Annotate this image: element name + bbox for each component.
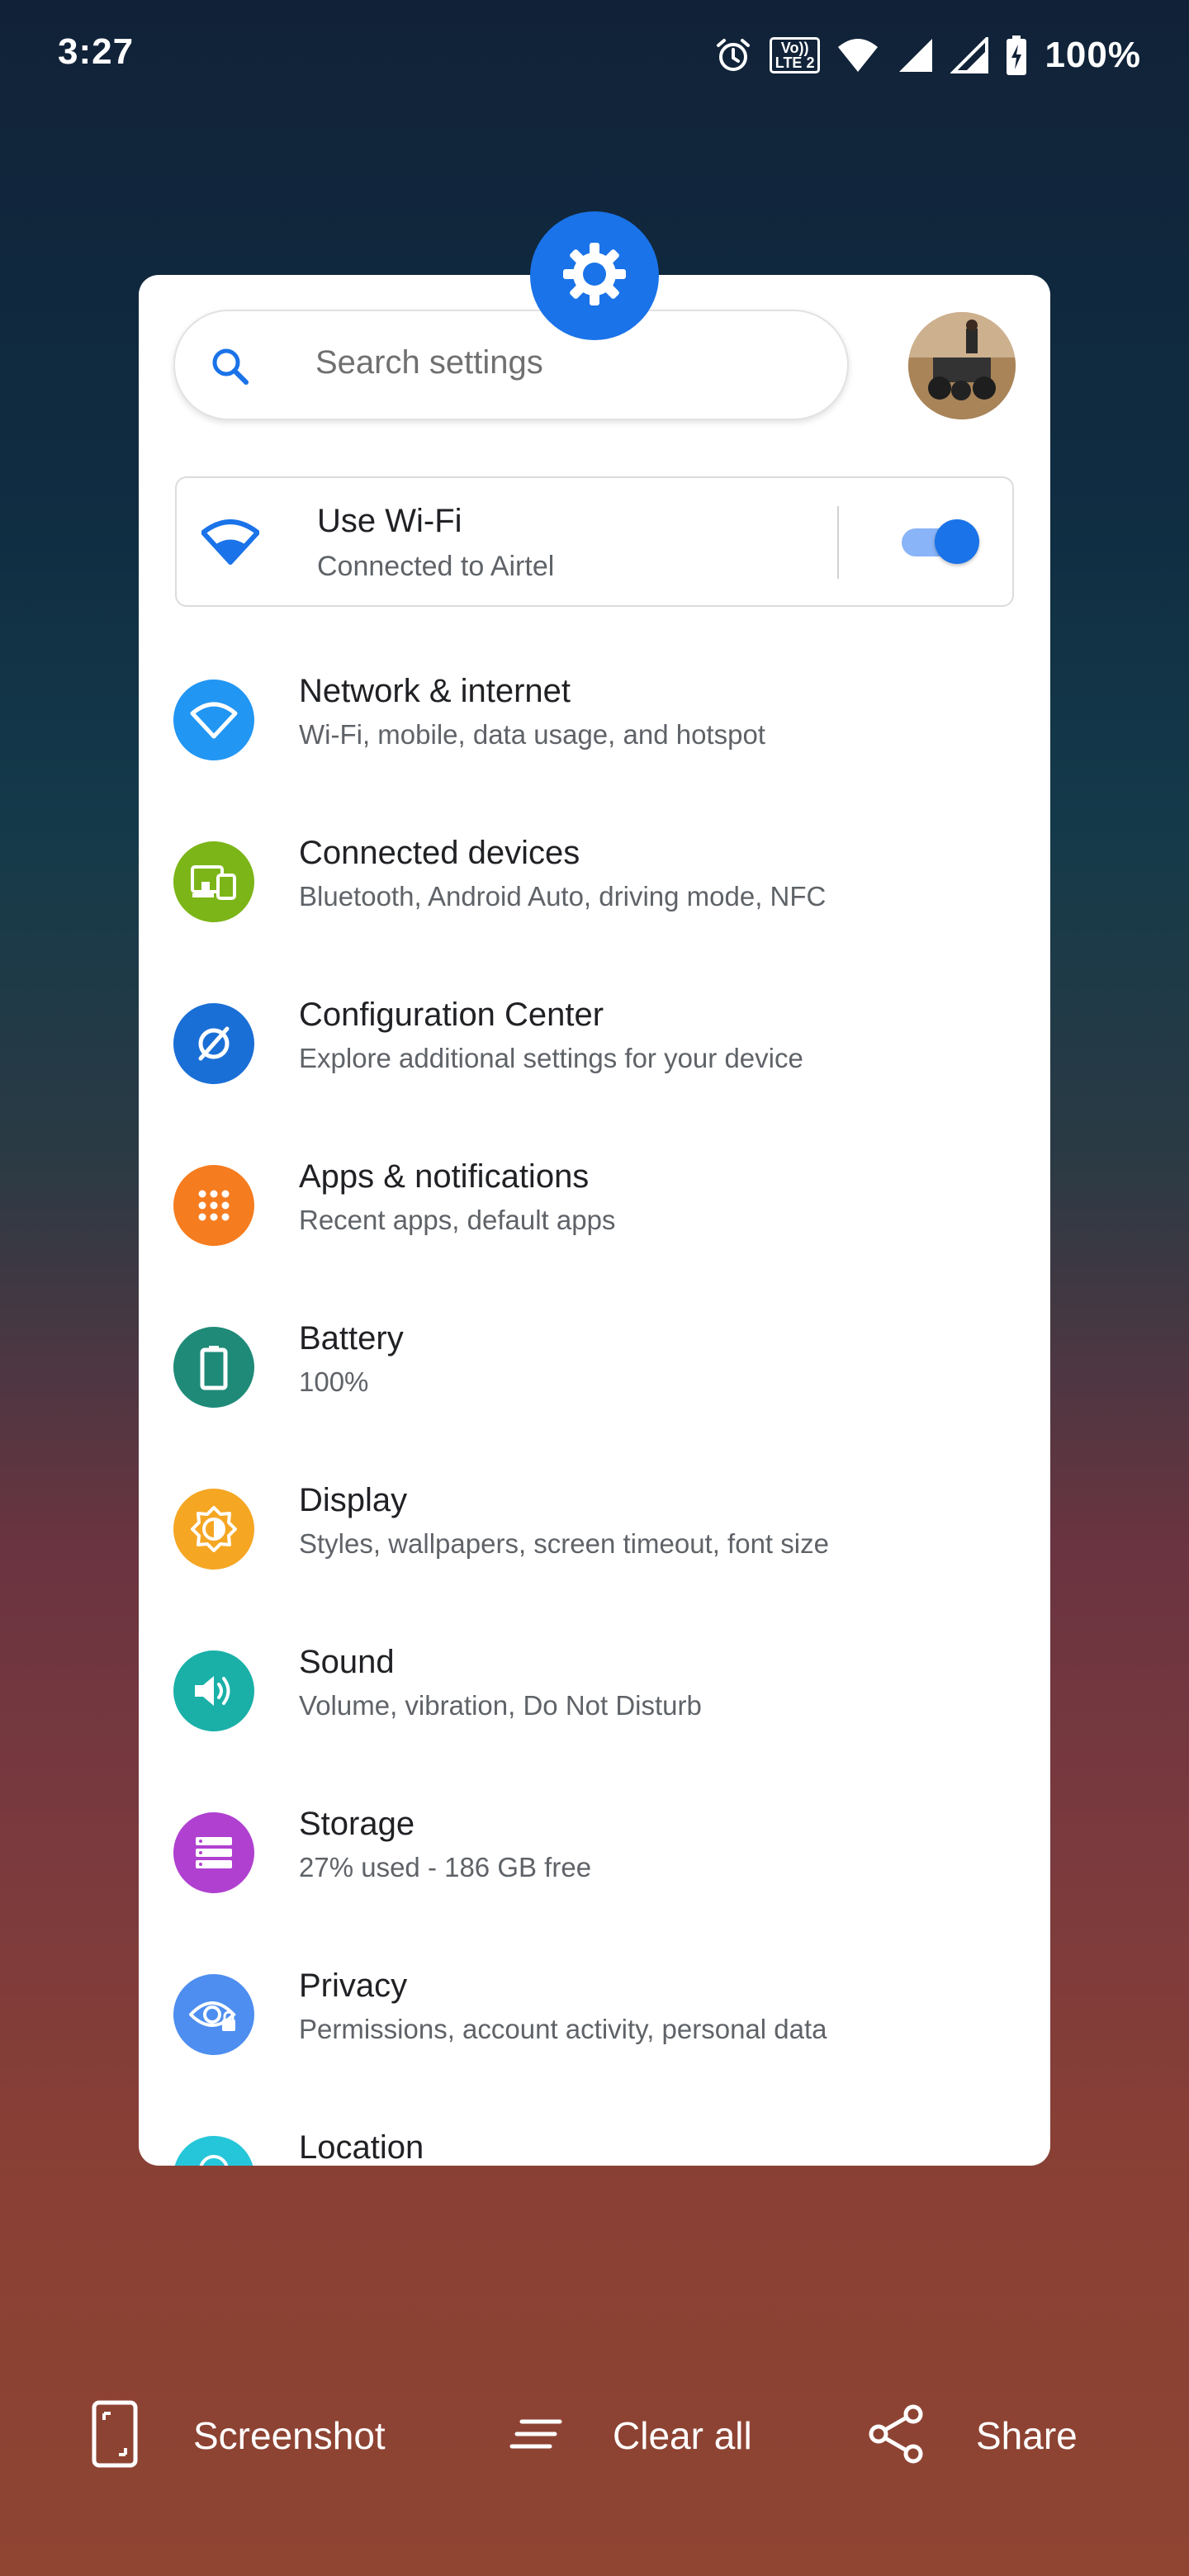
search-icon	[208, 344, 253, 393]
volume-icon	[173, 1650, 254, 1731]
item-subtitle: Recent apps, default apps	[299, 1205, 616, 1235]
item-subtitle: Explore additional settings for your dev…	[299, 1043, 803, 1073]
item-subtitle: Bluetooth, Android Auto, driving mode, N…	[299, 881, 827, 912]
item-title: Privacy	[299, 1968, 408, 2004]
item-subtitle: Styles, wallpapers, screen timeout, font…	[299, 1528, 829, 1559]
settings-item-sound[interactable]: Sound Volume, vibration, Do Not Disturb	[139, 1644, 1050, 1812]
wifi-title: Use Wi-Fi	[317, 503, 462, 539]
configuration-icon	[173, 1003, 254, 1084]
settings-item-display[interactable]: Display Styles, wallpapers, screen timeo…	[139, 1482, 1050, 1650]
search-placeholder: Search settings	[315, 344, 543, 381]
status-bar: 3:27 Vo)) LTE 2 100%	[0, 0, 1189, 107]
item-subtitle: Permissions, account activity, personal …	[299, 2014, 827, 2044]
gear-icon	[560, 239, 629, 313]
brightness-icon	[173, 1489, 254, 1570]
screenshot-icon	[86, 2400, 144, 2472]
item-subtitle: Wi-Fi, mobile, data usage, and hotspot	[299, 719, 765, 750]
clear-all-button[interactable]: Clear all	[509, 2394, 752, 2477]
wifi-quick-toggle-card[interactable]: Use Wi-Fi Connected to Airtel	[175, 476, 1014, 607]
settings-item-network[interactable]: Network & internet Wi-Fi, mobile, data u…	[139, 673, 1050, 841]
settings-app-badge[interactable]	[530, 211, 659, 340]
settings-item-location[interactable]: Location	[139, 2129, 1050, 2166]
wifi-signal-icon	[836, 37, 879, 73]
settings-item-configuration-center[interactable]: Configuration Center Explore additional …	[139, 997, 1050, 1165]
item-title: Sound	[299, 1644, 395, 1680]
item-title: Apps & notifications	[299, 1158, 590, 1195]
item-title: Configuration Center	[299, 997, 604, 1033]
settings-item-battery[interactable]: Battery 100%	[139, 1320, 1050, 1489]
battery-percent: 100%	[1045, 35, 1141, 75]
devices-icon	[173, 841, 254, 922]
battery-icon	[173, 1327, 254, 1408]
settings-item-privacy[interactable]: Privacy Permissions, account activity, p…	[139, 1968, 1050, 2136]
clear-all-icon	[509, 2416, 563, 2456]
cell-signal-2-icon	[950, 37, 989, 73]
wifi-icon	[173, 680, 254, 760]
item-subtitle: 100%	[299, 1366, 369, 1397]
item-title: Display	[299, 1482, 408, 1518]
toggle-knob	[935, 519, 979, 564]
settings-item-apps[interactable]: Apps & notifications Recent apps, defaul…	[139, 1158, 1050, 1327]
share-button[interactable]: Share	[867, 2394, 1078, 2477]
settings-item-storage[interactable]: Storage 27% used - 186 GB free	[139, 1806, 1050, 1974]
recents-actions-bar: Screenshot Clear all Share	[0, 2394, 1189, 2477]
account-avatar[interactable]	[908, 312, 1016, 419]
wifi-toggle-switch[interactable]	[902, 519, 979, 566]
item-title: Network & internet	[299, 673, 571, 709]
battery-charging-icon	[1005, 35, 1028, 76]
share-icon	[867, 2404, 926, 2468]
volte-badge-line2: LTE 2	[775, 54, 815, 71]
screenshot-button[interactable]: Screenshot	[86, 2394, 386, 2477]
item-title: Storage	[299, 1806, 415, 1842]
item-subtitle: 27% used - 186 GB free	[299, 1852, 592, 1882]
apps-icon	[173, 1165, 254, 1246]
item-title: Location	[299, 2129, 424, 2166]
status-time: 3:27	[58, 31, 135, 72]
volte-badge-line1: Vo))	[780, 40, 809, 56]
status-icons: Vo)) LTE 2 100%	[713, 26, 1141, 84]
alarm-icon	[713, 36, 753, 75]
share-label: Share	[976, 2414, 1078, 2457]
item-title: Battery	[299, 1320, 404, 1357]
item-subtitle: Volume, vibration, Do Not Disturb	[299, 1690, 702, 1721]
clear-all-label: Clear all	[613, 2414, 752, 2457]
search-bar[interactable]: Search settings	[173, 310, 849, 420]
wifi-icon	[201, 518, 260, 570]
location-icon	[173, 2136, 254, 2166]
wifi-divider	[837, 506, 839, 579]
volte-lte-badge-icon: Vo)) LTE 2	[769, 37, 821, 73]
storage-icon	[173, 1812, 254, 1893]
cell-signal-1-icon	[896, 37, 934, 73]
wifi-subtitle: Connected to Airtel	[317, 551, 555, 582]
item-title: Connected devices	[299, 835, 580, 871]
screenshot-label: Screenshot	[193, 2414, 386, 2457]
privacy-icon	[173, 1974, 254, 2055]
settings-item-connected-devices[interactable]: Connected devices Bluetooth, Android Aut…	[139, 835, 1050, 1003]
settings-app-card[interactable]: Search settings Use Wi-Fi Connected to A…	[139, 275, 1050, 2166]
